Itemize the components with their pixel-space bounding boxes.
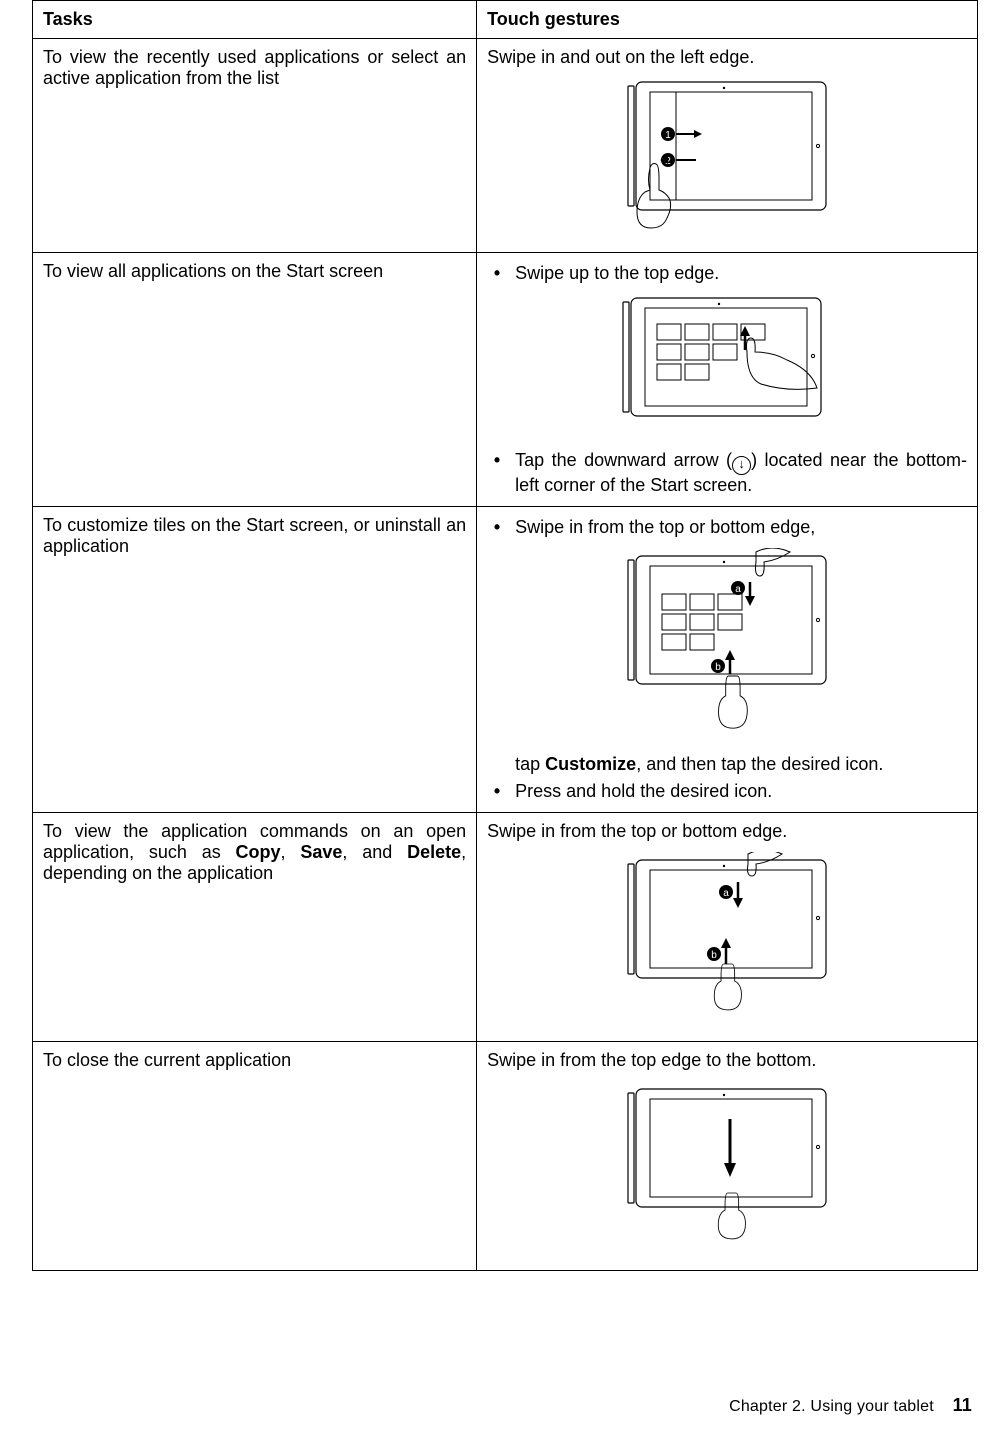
footer-page-number: 11 — [953, 1395, 972, 1415]
footer-chapter: Chapter 2. Using your tablet — [729, 1398, 934, 1415]
svg-text:b: b — [715, 662, 721, 673]
gesture-illustration — [487, 294, 967, 444]
gesture-illustration: 1 2 — [487, 78, 967, 238]
gesture-text: tap Customize, and then tap the desired … — [487, 754, 967, 775]
task-text: To customize tiles on the Start screen, … — [43, 515, 466, 557]
page-footer: Chapter 2. Using your tablet 11 — [729, 1395, 972, 1416]
table-row: To close the current application Swipe i… — [33, 1042, 978, 1271]
gesture-text: Swipe in and out on the left edge. — [487, 47, 967, 68]
svg-text:a: a — [735, 584, 741, 595]
table-row: To customize tiles on the Start screen, … — [33, 507, 978, 813]
svg-text:b: b — [711, 950, 717, 961]
gesture-illustration — [487, 1081, 967, 1256]
gesture-bullet: Swipe in from the top or bottom edge, — [515, 517, 967, 538]
gesture-table: Tasks Touch gestures To view the recentl… — [32, 0, 978, 1271]
gesture-bullet: Tap the downward arrow (↓) located near … — [515, 450, 967, 496]
task-text: To view all applications on the Start sc… — [43, 261, 466, 282]
task-text: To close the current application — [43, 1050, 466, 1071]
gesture-text: Swipe in from the top or bottom edge. — [487, 821, 967, 842]
gesture-text: Swipe in from the top edge to the bottom… — [487, 1050, 967, 1071]
header-gestures: Touch gestures — [477, 1, 978, 39]
table-row: To view the recently used applications o… — [33, 39, 978, 253]
task-text: To view the recently used applications o… — [43, 47, 466, 89]
gesture-bullet: Swipe up to the top edge. — [515, 263, 967, 284]
header-tasks: Tasks — [33, 1, 477, 39]
table-row: To view all applications on the Start sc… — [33, 253, 978, 507]
task-text: To view the application commands on an o… — [43, 821, 466, 884]
gesture-bullet: Press and hold the desired icon. — [515, 781, 967, 802]
gesture-illustration: a b — [487, 852, 967, 1027]
svg-text:1: 1 — [665, 130, 671, 141]
down-arrow-icon: ↓ — [732, 456, 751, 475]
gesture-illustration: a b — [487, 548, 967, 748]
table-row: To view the application commands on an o… — [33, 813, 978, 1042]
svg-text:a: a — [723, 888, 729, 899]
